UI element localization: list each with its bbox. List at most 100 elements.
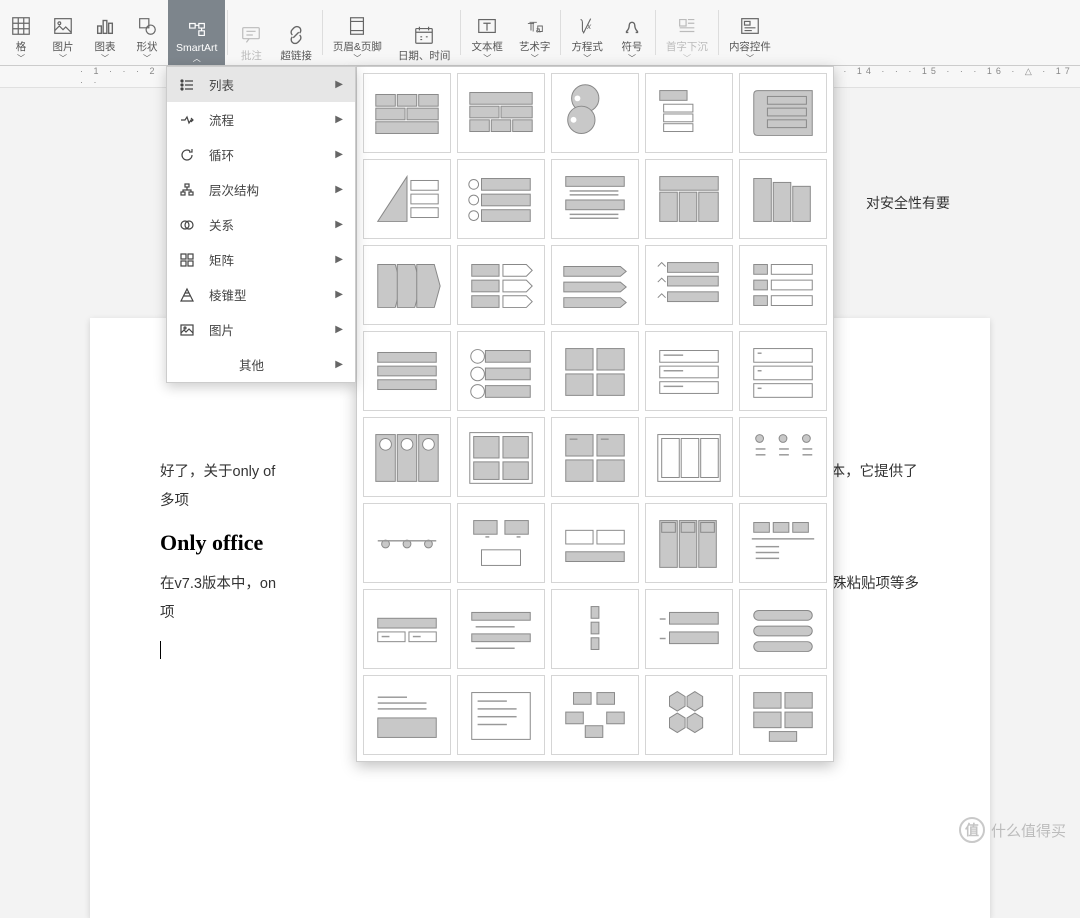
smartart-list-gallery [356,66,834,762]
wordart-icon: Ta [524,15,546,37]
toolbar-label: 日期、时间 [398,48,451,63]
toolbar-label: 批注 [241,48,262,63]
toolbar-shape-button[interactable]: 形状﹀ [126,0,168,65]
process-icon [179,112,195,128]
smartart-thumbnail-18[interactable] [551,331,639,411]
comment-icon [240,24,262,46]
smartart-menu-矩阵[interactable]: 矩阵▶ [167,242,355,277]
smartart-menu-层次结构[interactable]: 层次结构▶ [167,172,355,207]
smartart-menu-列表[interactable]: 列表▶ [167,67,355,102]
equation-icon: x [576,15,598,37]
smartart-thumbnail-36[interactable] [363,675,451,755]
smartart-thumbnail-39[interactable] [645,675,733,755]
smartart-menu-其他[interactable]: 其他▶ [167,347,355,382]
smartart-thumbnail-5[interactable] [739,73,827,153]
smartart-thumbnail-2[interactable] [457,73,545,153]
chevron-right-icon: ▶ [335,359,343,370]
smartart-thumbnail-24[interactable] [645,417,733,497]
smartart-thumbnail-25[interactable] [739,417,827,497]
smartart-thumbnail-7[interactable] [457,159,545,239]
smartart-thumbnail-8[interactable] [551,159,639,239]
datetime-icon [413,24,435,46]
toolbar-label: 方程式 [571,39,603,54]
smartart-thumbnail-37[interactable] [457,675,545,755]
chevron-right-icon: ▶ [335,79,343,90]
smartart-thumbnail-20[interactable] [739,331,827,411]
hierarchy-icon [179,182,195,198]
symbol-icon [621,15,643,37]
chevron-right-icon: ▶ [335,149,343,160]
toolbar-wordart-button[interactable]: Ta艺术字﹀ [511,0,559,65]
smartart-thumbnail-19[interactable] [645,331,733,411]
dropcap-icon [676,15,698,37]
toolbar-label: 页眉&页脚 [333,39,382,54]
smartart-thumbnail-26[interactable] [363,503,451,583]
toolbar-smartart-button[interactable]: SmartArt︿ [168,0,225,65]
chevron-down-icon: ﹀ [583,55,591,63]
smartart-thumbnail-40[interactable] [739,675,827,755]
smartart-thumbnail-1[interactable] [363,73,451,153]
svg-text:T: T [527,22,534,34]
smartart-thumbnail-23[interactable] [551,417,639,497]
header-footer-icon [346,15,368,37]
menu-label: 流程 [209,110,234,129]
smartart-thumbnail-22[interactable] [457,417,545,497]
cycle-icon [179,147,195,163]
smartart-thumbnail-27[interactable] [457,503,545,583]
image-icon [52,15,74,37]
toolbar: 格﹀图片﹀图表﹀形状﹀SmartArt︿批注超链接页眉&页脚﹀日期、时间文本框﹀… [0,0,1080,66]
smartart-thumbnail-34[interactable] [645,589,733,669]
toolbar-content-control-button[interactable]: 内容控件﹀ [721,0,779,65]
toolbar-textbox-button[interactable]: 文本框﹀ [463,0,511,65]
smartart-thumbnail-11[interactable] [363,245,451,325]
chevron-down-icon: ﹀ [101,55,109,63]
smartart-menu-图片[interactable]: 图片▶ [167,312,355,347]
smartart-thumbnail-12[interactable] [457,245,545,325]
smartart-thumbnail-38[interactable] [551,675,639,755]
chevron-down-icon: ﹀ [59,55,67,63]
smartart-thumbnail-30[interactable] [739,503,827,583]
smartart-thumbnail-32[interactable] [457,589,545,669]
smartart-menu-循环[interactable]: 循环 ▶ [167,137,355,172]
toolbar-equation-button[interactable]: x 方程式﹀ [563,0,611,65]
link-icon [285,24,307,46]
toolbar-chart-button[interactable]: 图表﹀ [84,0,126,65]
table-icon [10,15,32,37]
toolbar-table-button[interactable]: 格﹀ [0,0,42,65]
pyramid-icon [179,287,195,303]
toolbar-image-button[interactable]: 图片﹀ [42,0,84,65]
smartart-menu-棱锥型[interactable]: 棱锥型▶ [167,277,355,312]
smartart-menu-关系[interactable]: 关系 ▶ [167,207,355,242]
smartart-thumbnail-3[interactable] [551,73,639,153]
toolbar-datetime-button[interactable]: 日期、时间 [390,0,459,65]
chevron-right-icon: ▶ [335,324,343,335]
smartart-thumbnail-21[interactable] [363,417,451,497]
smartart-thumbnail-15[interactable] [739,245,827,325]
smartart-thumbnail-33[interactable] [551,589,639,669]
smartart-icon [186,18,208,40]
smartart-thumbnail-28[interactable] [551,503,639,583]
toolbar-symbol-button[interactable]: 符号﹀ [611,0,653,65]
menu-label: 关系 [209,215,234,234]
smartart-thumbnail-6[interactable] [363,159,451,239]
toolbar-header-footer-button[interactable]: 页眉&页脚﹀ [325,0,390,65]
smartart-thumbnail-17[interactable] [457,331,545,411]
smartart-thumbnail-10[interactable] [739,159,827,239]
smartart-thumbnail-9[interactable] [645,159,733,239]
smartart-thumbnail-31[interactable] [363,589,451,669]
chart-icon [94,15,116,37]
chevron-right-icon: ▶ [335,289,343,300]
smartart-menu-流程[interactable]: 流程▶ [167,102,355,137]
smartart-thumbnail-14[interactable] [645,245,733,325]
smartart-thumbnail-13[interactable] [551,245,639,325]
shape-icon [136,15,158,37]
chevron-right-icon: ▶ [335,219,343,230]
toolbar-link-button[interactable]: 超链接 [272,0,320,65]
menu-label: 循环 [209,145,234,164]
smartart-dropdown: 列表▶流程▶循环▶层次结构▶关系▶矩阵▶棱锥型▶图片▶其他▶ [166,66,356,383]
smartart-thumbnail-29[interactable] [645,503,733,583]
relationship-icon [179,217,195,233]
smartart-thumbnail-35[interactable] [739,589,827,669]
smartart-thumbnail-16[interactable] [363,331,451,411]
smartart-thumbnail-4[interactable] [645,73,733,153]
